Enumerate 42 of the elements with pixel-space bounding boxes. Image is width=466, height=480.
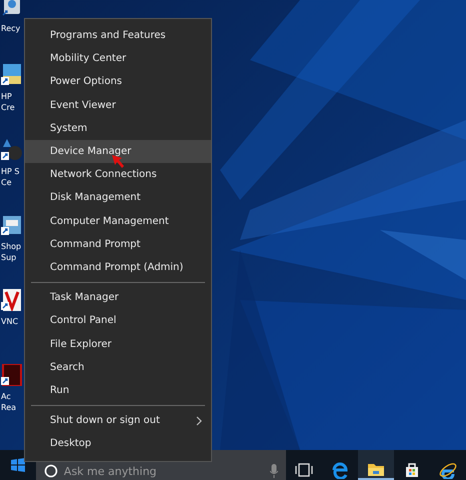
menu-item[interactable]: Task Manager [25, 286, 211, 310]
menu-item[interactable]: Event Viewer [25, 94, 211, 117]
photo-app-icon[interactable] [1, 64, 23, 86]
chevron-right-icon [196, 416, 202, 426]
menu-item[interactable]: Mobility Center [25, 47, 211, 70]
menu-item[interactable]: File Explorer [25, 332, 211, 356]
menu-item[interactable]: Computer Management [25, 210, 211, 233]
menu-item[interactable]: Programs and Features [25, 24, 211, 48]
icon-label: Shop [1, 241, 22, 252]
taskbar-app-button[interactable] [358, 450, 394, 480]
vnc-icon[interactable] [1, 289, 23, 311]
menu-item[interactable]: Device Manager [25, 140, 211, 164]
icon-label: Cre [1, 102, 15, 113]
menu-item[interactable]: Disk Management [25, 186, 211, 210]
reader-icon[interactable] [1, 364, 23, 386]
browser-icon [331, 461, 350, 479]
icon-label: Ce [1, 177, 12, 188]
menu-item[interactable]: System [25, 116, 211, 140]
pointer-arrow-icon [112, 155, 124, 168]
menu-item[interactable]: Network Connections [25, 163, 211, 186]
circle-icon [44, 464, 58, 478]
menu-item[interactable]: Search [25, 356, 211, 379]
icon-label: HP [1, 91, 12, 102]
icon-label: VNC [1, 316, 18, 327]
menu-item[interactable]: Shut down or sign out [25, 409, 211, 432]
folder-icon [367, 461, 386, 479]
menu-item[interactable]: Run [25, 378, 211, 402]
browser-icon [439, 461, 458, 479]
search-field[interactable]: Ask me anything [64, 463, 264, 479]
icon-label: Rea [1, 402, 16, 413]
shop-icon[interactable] [1, 214, 23, 236]
icon-label: Ac [1, 391, 11, 402]
menu-item[interactable]: Command Prompt (Admin) [25, 256, 211, 280]
microphone-icon[interactable] [270, 464, 278, 478]
icon-label: Sup [1, 252, 16, 263]
menu-item[interactable]: Power Options [25, 70, 211, 94]
icon-label: Recy [1, 23, 20, 34]
menu-item[interactable]: Control Panel [25, 309, 211, 332]
windows-logo-icon [10, 458, 25, 472]
task-view-icon [295, 461, 314, 479]
icon-label: HP S [1, 166, 20, 177]
menu-item[interactable]: Command Prompt [25, 232, 211, 256]
